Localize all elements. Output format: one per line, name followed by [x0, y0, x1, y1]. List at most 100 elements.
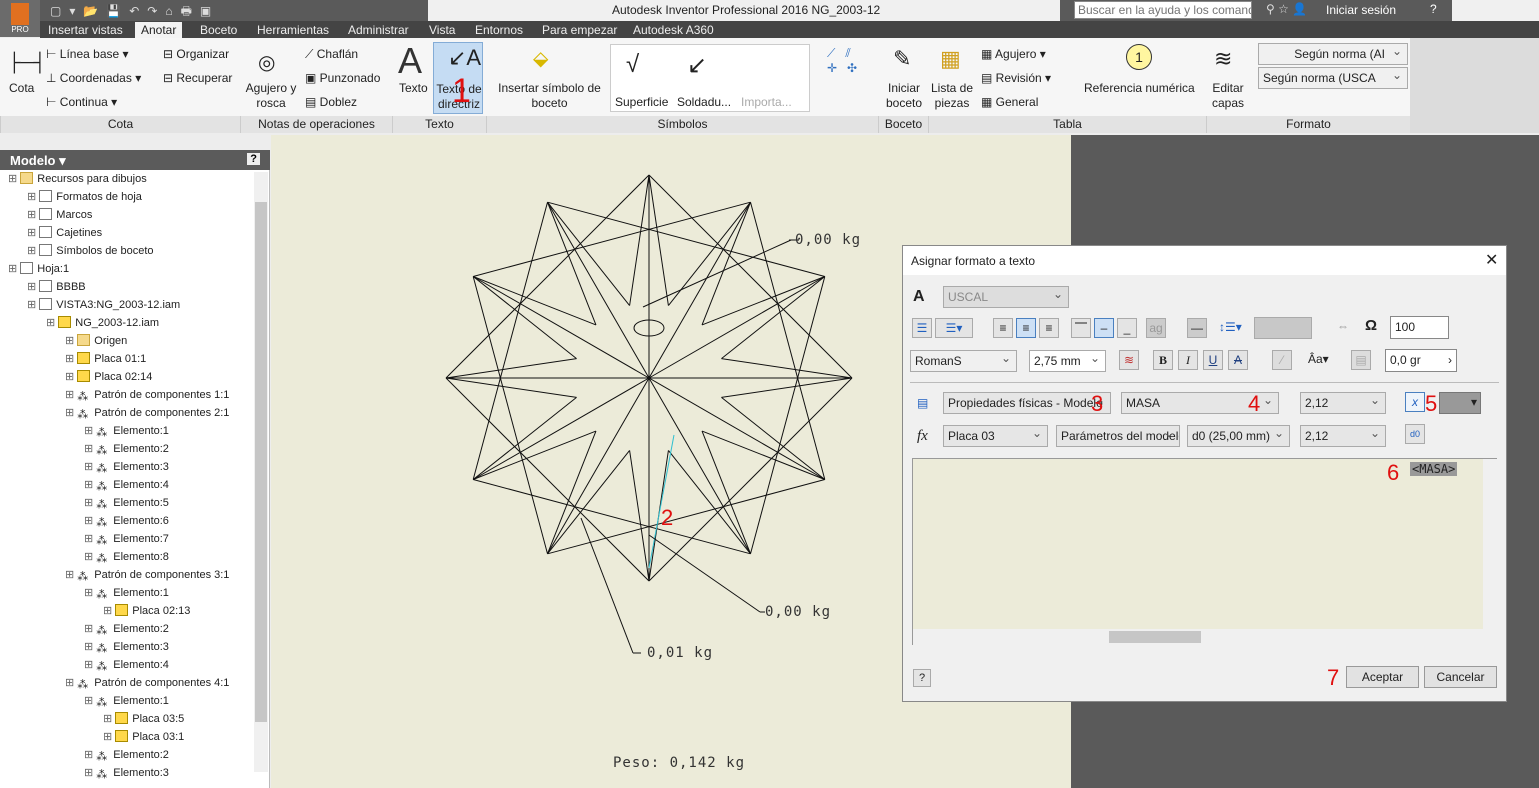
expand-icon[interactable]: ⊞	[84, 695, 96, 707]
expand-icon[interactable]: ⊞	[84, 443, 96, 455]
expand-icon[interactable]: ⊞	[27, 281, 39, 293]
tree-node[interactable]: ⊞ ⁂ Elemento:7	[84, 530, 169, 548]
component-dropdown[interactable]: Placa 03	[943, 425, 1048, 447]
expand-icon[interactable]: ⊞	[103, 605, 115, 617]
case-dropdown[interactable]: Âa▾	[1308, 352, 1329, 366]
baseline-button[interactable]: ag	[1146, 318, 1166, 338]
expand-icon[interactable]: ⊞	[103, 713, 115, 725]
tree-node[interactable]: ⊞ ⁂ Patrón de componentes 2:1	[65, 404, 229, 422]
coordenadas-button[interactable]: ⊥ Coordenadas ▾	[46, 71, 141, 85]
help-search-input[interactable]	[1074, 1, 1252, 19]
organizar-button[interactable]: ⊟ Organizar	[163, 47, 229, 61]
tab-herramientas[interactable]: Herramientas	[251, 22, 335, 38]
tree-node[interactable]: ⊞ BBBB	[27, 278, 86, 296]
rotation-input[interactable]: 0,0 gr ›	[1385, 349, 1457, 372]
tree-node[interactable]: ⊞ ⁂ Elemento:2	[84, 620, 169, 638]
align-left-button[interactable]: ≡	[993, 318, 1013, 338]
strikethrough-button[interactable]: A	[1228, 350, 1248, 370]
align-center-button[interactable]: ≡	[1016, 318, 1036, 338]
underline-button[interactable]: U	[1203, 350, 1223, 370]
punzonado-button[interactable]: ▣ Punzonado	[305, 71, 380, 85]
linea-base-button[interactable]: ⊢ Línea base ▾	[46, 47, 129, 61]
tab-vista[interactable]: Vista	[423, 22, 461, 38]
tree-node[interactable]: ⊞ ⁂ Elemento:5	[84, 494, 169, 512]
tab-entornos[interactable]: Entornos	[469, 22, 529, 38]
style-dropdown[interactable]: Según norma (AI	[1258, 43, 1408, 65]
expand-icon[interactable]: ⊞	[65, 389, 77, 401]
insert-property-button[interactable]: x	[1405, 392, 1425, 412]
tree-node[interactable]: ⊞ Marcos	[27, 206, 92, 224]
insert-parameter-button[interactable]: d0	[1405, 424, 1425, 444]
tree-node[interactable]: ⊞ Origen	[65, 332, 127, 350]
tab-a360[interactable]: Autodesk A360	[627, 22, 720, 38]
expand-icon[interactable]: ⊞	[84, 749, 96, 761]
tree-node[interactable]: ⊞ ⁂ Elemento:1	[84, 692, 169, 710]
doblez-button[interactable]: ▤ Doblez	[305, 95, 357, 109]
parameter-dropdown[interactable]: d0 (25,00 mm)	[1187, 425, 1290, 447]
expand-icon[interactable]: ⊞	[84, 641, 96, 653]
numbered-list-button[interactable]: ☰▾	[935, 318, 973, 338]
property-type-dropdown[interactable]: Propiedades físicas - Modelo	[943, 392, 1111, 414]
line-spacing-icon[interactable]: ↕☰▾	[1219, 320, 1242, 334]
expand-icon[interactable]: ⊞	[65, 677, 77, 689]
tree-node[interactable]: ⊞ Símbolos de boceto	[27, 242, 154, 260]
centerline-icons[interactable]: ⟋⫽ ✛✣	[827, 46, 867, 75]
mass-label[interactable]: 0,00 kg	[765, 604, 831, 620]
quick-access-toolbar[interactable]: ▢▾📂💾↶↷⌂🖶▣	[40, 0, 428, 21]
italic-button[interactable]: I	[1178, 350, 1198, 370]
tree-node[interactable]: ⊞ Hoja:1	[8, 260, 69, 278]
tree-node[interactable]: ⊞ ⁂ Elemento:6	[84, 512, 169, 530]
expand-icon[interactable]: ⊞	[8, 173, 20, 185]
continua-button[interactable]: ⊢ Continua ▾	[46, 95, 117, 109]
expand-icon[interactable]: ⊞	[27, 227, 39, 239]
expand-icon[interactable]: ⊞	[84, 533, 96, 545]
align-middle-button[interactable]: –	[1094, 318, 1114, 338]
tree-node[interactable]: ⊞ Formatos de hoja	[27, 188, 142, 206]
expand-icon[interactable]: ⊞	[84, 425, 96, 437]
tree-node[interactable]: ⊞ Placa 02:13	[103, 602, 190, 620]
tree-node[interactable]: ⊞ Placa 02:14	[65, 368, 152, 386]
align-right-button[interactable]: ≡	[1039, 318, 1059, 338]
browser-scrollbar[interactable]	[254, 172, 268, 772]
general-table-button[interactable]: ▦ General	[981, 95, 1038, 109]
expand-icon[interactable]: ⊞	[65, 371, 77, 383]
expand-icon[interactable]: ⊞	[84, 623, 96, 635]
expand-icon[interactable]: ⊞	[84, 767, 96, 779]
align-top-button[interactable]: ⎺	[1071, 318, 1091, 338]
tree-node[interactable]: ⊞ ⁂ Elemento:3	[84, 458, 169, 476]
expand-icon[interactable]: ⊞	[65, 335, 77, 347]
tree-node[interactable]: ⊞ ⁂ Elemento:1	[84, 584, 169, 602]
chaflan-button[interactable]: ⟋ Chaflán	[305, 47, 358, 62]
expand-icon[interactable]: ⊞	[27, 191, 39, 203]
revision-button[interactable]: ▤ Revisión ▾	[981, 71, 1051, 85]
close-icon[interactable]: ✕	[1485, 250, 1498, 270]
line-spacing-value[interactable]	[1254, 317, 1312, 339]
parameter-source-dropdown[interactable]: Parámetros del modelo	[1056, 425, 1180, 447]
expand-icon[interactable]: ⊞	[65, 569, 77, 581]
width-factor-input[interactable]: 100	[1390, 316, 1449, 339]
bullet-list-button[interactable]: ☰	[912, 318, 932, 338]
precision-dropdown[interactable]: 2,12	[1300, 392, 1386, 414]
tree-node[interactable]: ⊞ Recursos para dibujos	[8, 170, 147, 188]
line-button[interactable]: —	[1187, 318, 1207, 338]
expand-icon[interactable]: ⊞	[46, 317, 58, 329]
expand-icon[interactable]: ⊞	[103, 731, 115, 743]
parameter-precision-dropdown[interactable]: 2,12	[1300, 425, 1386, 447]
tree-node[interactable]: ⊞ ⁂ Elemento:3	[84, 764, 169, 782]
expand-icon[interactable]: ⊞	[8, 263, 20, 275]
accept-button[interactable]: Aceptar	[1346, 666, 1419, 688]
expand-icon[interactable]: ⊞	[65, 407, 77, 419]
editor-vscrollbar[interactable]	[1483, 459, 1497, 629]
layer-dropdown[interactable]: Según norma (USCA	[1258, 67, 1408, 89]
tree-node[interactable]: ⊞ NG_2003-12.iam	[46, 314, 159, 332]
tab-insertar-vistas[interactable]: Insertar vistas	[42, 22, 129, 38]
expand-icon[interactable]: ⊞	[27, 299, 39, 311]
tab-para-empezar[interactable]: Para empezar	[536, 22, 623, 38]
tree-node[interactable]: ⊞ VISTA3:NG_2003-12.iam	[27, 296, 180, 314]
expand-icon[interactable]: ⊞	[84, 497, 96, 509]
help-icon[interactable]: ?	[1430, 2, 1437, 16]
editor-hscrollbar[interactable]	[913, 629, 1497, 645]
expand-icon[interactable]: ⊞	[27, 245, 39, 257]
fraction-button[interactable]: ⁄	[1272, 350, 1292, 370]
editar-capas-button[interactable]: Editar capas	[1211, 81, 1245, 111]
